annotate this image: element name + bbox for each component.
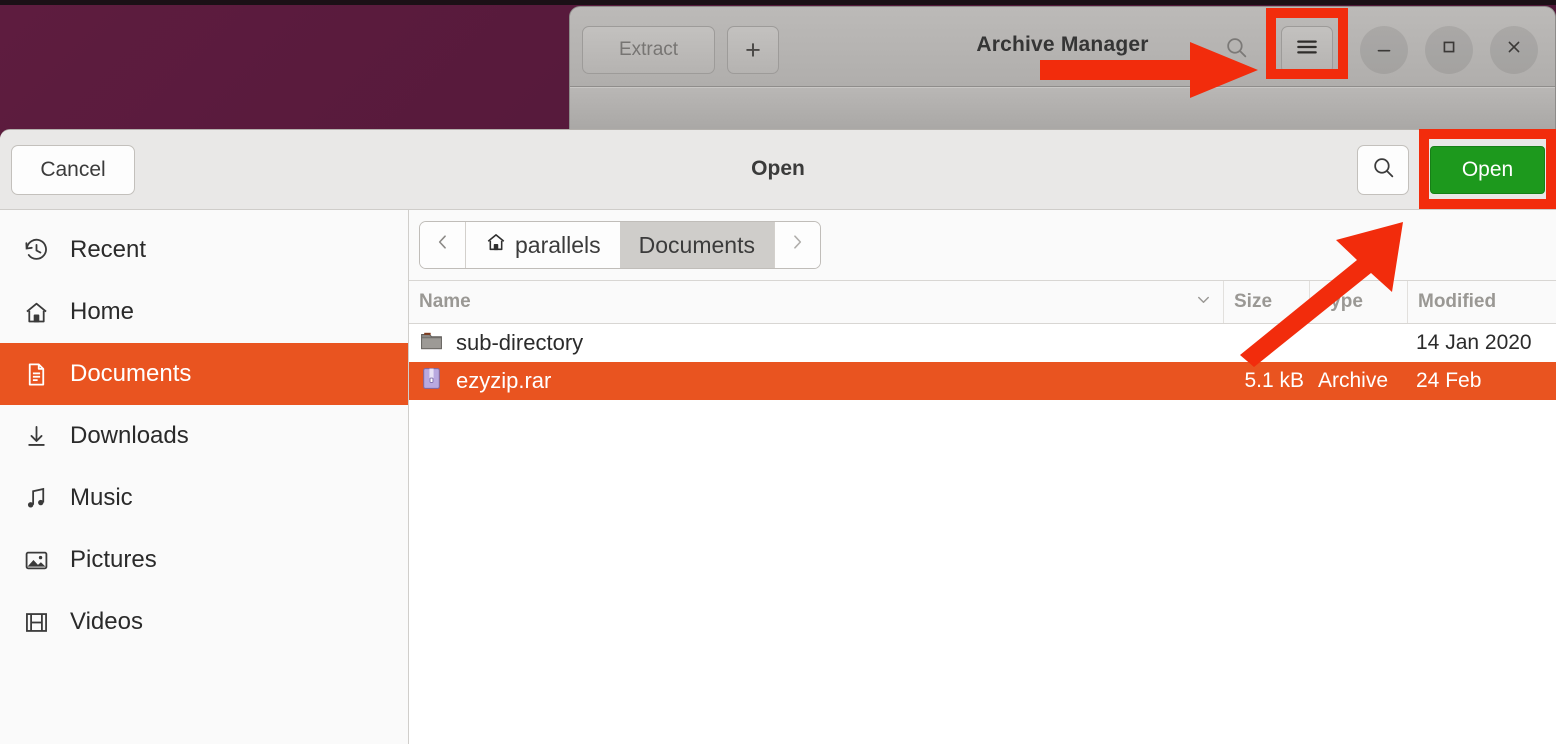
table-row[interactable]: ezyzip.rar 5.1 kB Archive 24 Feb <box>409 362 1556 400</box>
archive-search-button[interactable] <box>1210 26 1262 74</box>
file-name: ezyzip.rar <box>456 368 551 394</box>
download-icon <box>18 421 54 451</box>
search-icon <box>1371 155 1396 185</box>
document-icon <box>18 359 54 389</box>
breadcrumb: parallels Documents <box>419 221 821 269</box>
picture-icon <box>18 545 54 575</box>
desktop-top-strip <box>0 0 1556 5</box>
sidebar-item-videos[interactable]: Videos <box>0 591 408 653</box>
file-name-cell: ezyzip.rar <box>409 366 1224 397</box>
chevron-left-icon <box>433 232 453 258</box>
dialog-title: Open <box>0 157 1556 181</box>
dialog-header: Cancel Open Open <box>0 130 1556 210</box>
music-note-icon <box>18 483 54 513</box>
file-modified: 24 Feb <box>1408 369 1556 393</box>
sidebar-item-label: Music <box>70 484 133 512</box>
file-browser: parallels Documents <box>409 210 1556 744</box>
column-label: Type <box>1320 291 1363 313</box>
column-label: Size <box>1234 291 1272 313</box>
search-icon <box>1224 35 1249 66</box>
minimize-button[interactable] <box>1360 26 1408 74</box>
sidebar-item-documents[interactable]: Documents <box>0 343 408 405</box>
maximize-button[interactable] <box>1425 26 1473 74</box>
column-header-name[interactable]: Name <box>409 281 1224 323</box>
file-type: Archive <box>1310 369 1408 393</box>
home-icon <box>18 297 54 327</box>
sidebar-item-label: Home <box>70 298 134 326</box>
column-label: Name <box>419 291 471 313</box>
sidebar-item-pictures[interactable]: Pictures <box>0 529 408 591</box>
maximize-icon <box>1438 36 1460 64</box>
dialog-body: Recent Home <box>0 210 1556 744</box>
path-back-button[interactable] <box>420 222 466 268</box>
pathbar-area: parallels Documents <box>409 210 1556 280</box>
file-list-header: Name Size Type Modified <box>409 280 1556 324</box>
clock-history-icon <box>18 235 54 265</box>
sidebar-item-label: Documents <box>70 360 191 388</box>
screen: Extract + Archive Manager <box>0 0 1556 744</box>
sidebar-item-downloads[interactable]: Downloads <box>0 405 408 467</box>
places-sidebar: Recent Home <box>0 210 409 744</box>
dialog-search-button[interactable] <box>1357 145 1409 195</box>
folder-icon <box>419 328 444 359</box>
chevron-right-icon <box>787 232 807 258</box>
archive-manager-header: Extract + Archive Manager <box>570 7 1555 87</box>
file-size: 5.1 kB <box>1224 369 1310 393</box>
breadcrumb-label: Documents <box>639 232 755 259</box>
film-icon <box>18 607 54 637</box>
breadcrumb-item-parallels[interactable]: parallels <box>466 222 620 268</box>
open-button[interactable]: Open <box>1430 146 1545 194</box>
open-label: Open <box>1462 158 1513 182</box>
sidebar-item-label: Recent <box>70 236 146 264</box>
column-header-modified[interactable]: Modified <box>1408 281 1556 323</box>
column-header-size[interactable]: Size <box>1224 281 1310 323</box>
sidebar-item-label: Videos <box>70 608 143 636</box>
file-modified: 14 Jan 2020 <box>1408 331 1556 355</box>
column-label: Modified <box>1418 291 1496 313</box>
hamburger-menu-button[interactable] <box>1281 26 1333 74</box>
archive-manager-window: Extract + Archive Manager <box>569 6 1556 136</box>
sidebar-item-label: Downloads <box>70 422 189 450</box>
table-row[interactable]: sub-directory 14 Jan 2020 <box>409 324 1556 362</box>
home-icon <box>485 231 507 259</box>
sidebar-item-recent[interactable]: Recent <box>0 219 408 281</box>
close-button[interactable] <box>1490 26 1538 74</box>
sidebar-item-music[interactable]: Music <box>0 467 408 529</box>
breadcrumb-label: parallels <box>515 232 601 259</box>
sidebar-item-label: Pictures <box>70 546 157 574</box>
minimize-icon <box>1373 36 1395 64</box>
column-header-type[interactable]: Type <box>1310 281 1408 323</box>
path-forward-button[interactable] <box>774 222 820 268</box>
file-list: sub-directory 14 Jan 2020 <box>409 324 1556 744</box>
hamburger-menu-icon <box>1294 34 1320 66</box>
archive-icon <box>419 366 444 397</box>
file-name: sub-directory <box>456 330 583 356</box>
open-file-dialog: Cancel Open Open <box>0 129 1556 744</box>
file-name-cell: sub-directory <box>409 328 1224 359</box>
chevron-down-icon <box>1194 290 1213 315</box>
close-icon <box>1503 36 1525 64</box>
sidebar-item-home[interactable]: Home <box>0 281 408 343</box>
breadcrumb-item-documents[interactable]: Documents <box>620 222 774 268</box>
